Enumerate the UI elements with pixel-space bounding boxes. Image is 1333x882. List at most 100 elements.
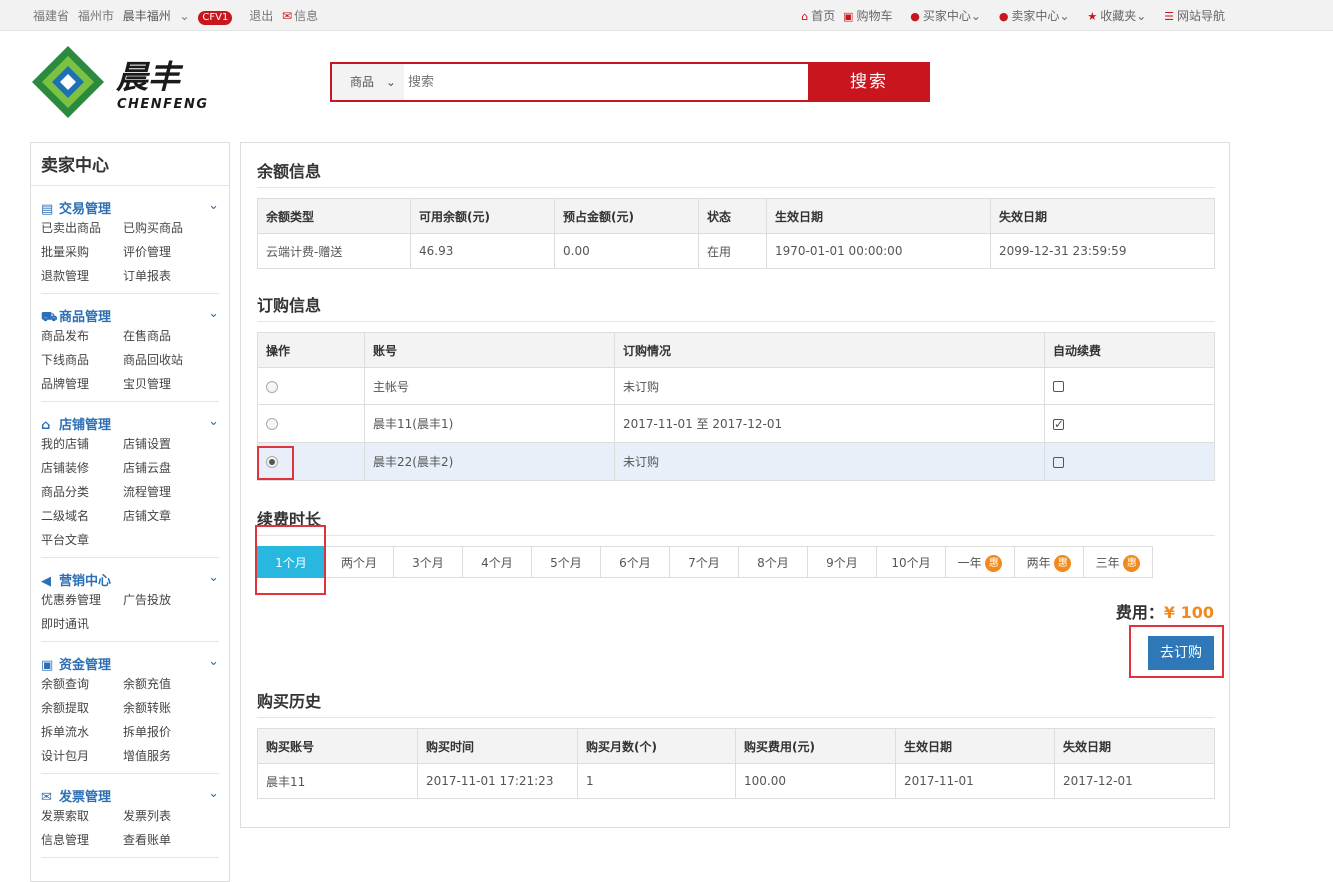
account-radio[interactable] [266,418,278,430]
renewal-option[interactable]: 4个月 [462,546,532,578]
chevron-down-icon[interactable]: ⌄ [208,570,219,585]
sidebar-item[interactable]: 商品分类 [41,483,123,501]
cart-link[interactable]: ▣ 购物车 [843,9,892,23]
renewal-options: 1个月 两个月 3个月 4个月 5个月 6个月 7个月 8个月 9个月 10个月… [257,546,1153,578]
sidebar-section-title: 店铺管理 [59,418,112,433]
renewal-option[interactable]: 9个月 [807,546,877,578]
sidebar-item[interactable]: 发票索取 [41,807,123,825]
renewal-option[interactable]: 6个月 [600,546,670,578]
sidebar-section-header[interactable]: ✉ 发票管理 ⌄ [41,786,219,805]
main-panel: 余额信息 余额类型 可用余额(元) 预占金额(元) 状态 生效日期 失效日期 云… [240,142,1230,828]
account-radio[interactable] [266,380,278,393]
site-logo[interactable]: 晨丰 CHENFENG [30,44,230,120]
sidebar-item[interactable]: 商品发布 [41,327,123,345]
renewal-option[interactable]: 3个月 [393,546,463,578]
renewal-option[interactable]: 5个月 [531,546,601,578]
sidebar-item[interactable]: 已购买商品 [123,219,213,237]
table-row[interactable]: 晨丰11(晨丰1) 2017-11-01 至 2017-12-01 ✓ [257,404,1215,443]
table-header-row: 操作 账号 订购情况 自动续费 [257,332,1215,368]
chevron-down-icon[interactable]: ⌄ [208,414,219,429]
search-button[interactable]: 搜索 [808,62,930,102]
sidebar-section-header[interactable]: ⌂ 店铺管理 ⌄ [41,414,219,433]
sidebar-item[interactable]: 批量采购 [41,243,123,261]
sidebar-item[interactable]: 评价管理 [123,243,213,261]
sidebar-section-header[interactable]: ◀ 营销中心 ⌄ [41,570,219,589]
sidebar-item[interactable]: 二级域名 [41,507,123,525]
message-link[interactable]: 信息 [294,9,318,23]
renewal-option[interactable]: 10个月 [876,546,946,578]
table-row[interactable]: 晨丰22(晨丰2) 未订购 [257,442,1215,481]
renewal-option[interactable]: 一年 惠 [945,546,1015,578]
sidebar-item[interactable]: 订单报表 [123,267,213,285]
sidebar-item[interactable]: 店铺文章 [123,507,213,525]
sidebar-item[interactable]: 查看账单 [123,831,213,849]
list-icon: ▤ [41,202,54,217]
chevron-down-icon[interactable]: ⌄ [208,306,219,321]
favorites-menu[interactable]: ★ 收藏夹⌄ [1087,9,1146,23]
sidebar-item[interactable]: 增值服务 [123,747,213,765]
seller-center-menu[interactable]: ● 卖家中心⌄ [999,9,1070,23]
chevron-down-icon[interactable]: ⌄ [208,198,219,213]
sidebar-section-header[interactable]: ⛟ 商品管理 ⌄ [41,306,219,325]
sidebar-item[interactable]: 余额提取 [41,699,123,717]
sidebar-item[interactable]: 信息管理 [41,831,123,849]
sidebar-item[interactable]: 拆单报价 [123,723,213,741]
sidebar-item[interactable]: 商品回收站 [123,351,213,369]
sidebar-section-header[interactable]: ▣ 资金管理 ⌄ [41,654,219,673]
sidebar-item[interactable]: 流程管理 [123,483,213,501]
sidebar-item[interactable]: 退款管理 [41,267,123,285]
auto-renew-checkbox[interactable]: ✓ [1053,418,1064,430]
sidebar-item[interactable]: 余额充值 [123,675,213,693]
auto-renew-checkbox[interactable] [1053,381,1064,392]
home-link[interactable]: ⌂ 首页 [801,9,835,23]
auto-renew-checkbox[interactable] [1053,456,1064,468]
renewal-option[interactable]: 两个月 [324,546,394,578]
sidebar-item[interactable]: 即时通讯 [41,615,123,633]
chevron-down-icon[interactable]: ⌄ [208,786,219,801]
sidebar-item[interactable]: 已卖出商品 [41,219,123,237]
renewal-option[interactable]: 两年 惠 [1014,546,1084,578]
sidebar-item[interactable]: 店铺装修 [41,459,123,477]
sidebar-item[interactable]: 发票列表 [123,807,213,825]
renewal-option[interactable]: 8个月 [738,546,808,578]
user-name[interactable]: 晨丰福州 [123,9,171,23]
speaker-icon: ◀ [41,574,51,589]
sidebar-item[interactable]: 在售商品 [123,327,213,345]
province-link[interactable]: 福建省 [33,9,69,23]
sidebar-item[interactable]: 品牌管理 [41,375,123,393]
site-nav-menu[interactable]: ☰ 网站导航 [1164,9,1225,23]
buyer-center-menu[interactable]: ● 买家中心⌄ [910,9,981,23]
city-link[interactable]: 福州市 [78,9,114,23]
promo-badge: 惠 [1054,555,1072,572]
envelope-icon: ✉ [282,9,293,23]
fee-amount: 100 [1180,603,1214,622]
search-input[interactable] [404,64,810,100]
search-category-select[interactable]: 商品 ⌄ [332,64,404,100]
sidebar-section: ⌂ 店铺管理 ⌄ 我的店铺 店铺设置 店铺装修 店铺云盘 商品分类 流程管理 二级域名 店铺文章 平台… [41,402,219,558]
table-row[interactable]: 主帐号 未订购 [257,367,1215,405]
sidebar-item[interactable]: 店铺云盘 [123,459,213,477]
sidebar-item[interactable]: 下线商品 [41,351,123,369]
sidebar-item[interactable]: 余额查询 [41,675,123,693]
fee-label: 费用： [1115,603,1164,622]
sidebar-item[interactable]: 广告投放 [123,591,213,609]
sidebar-item[interactable]: 优惠券管理 [41,591,123,609]
sidebar-item[interactable]: 我的店铺 [41,435,123,453]
logout-link[interactable]: 退出 [249,9,273,23]
sidebar-item[interactable]: 宝贝管理 [123,375,213,393]
balance-title: 余额信息 [257,162,322,181]
chevron-down-icon[interactable]: ⌄ [180,9,190,23]
promo-badge: 惠 [1123,555,1141,572]
sidebar-section-header[interactable]: ▤ 交易管理 ⌄ [41,198,219,217]
sidebar-section-title: 发票管理 [59,790,112,805]
renewal-option[interactable]: 7个月 [669,546,739,578]
sidebar-section: ◀ 营销中心 ⌄ 优惠券管理 广告投放 即时通讯 [41,558,219,642]
sidebar: 卖家中心 ▤ 交易管理 ⌄ 已卖出商品 已购买商品 批量采购 评价管理 退款管理 订单报表 ⛟ 商品… [30,142,230,882]
sidebar-item[interactable]: 平台文章 [41,531,123,549]
renewal-option[interactable]: 三年 惠 [1083,546,1153,578]
sidebar-item[interactable]: 店铺设置 [123,435,213,453]
chevron-down-icon[interactable]: ⌄ [208,654,219,669]
sidebar-item[interactable]: 余额转账 [123,699,213,717]
sidebar-item[interactable]: 拆单流水 [41,723,123,741]
sidebar-item[interactable]: 设计包月 [41,747,123,765]
